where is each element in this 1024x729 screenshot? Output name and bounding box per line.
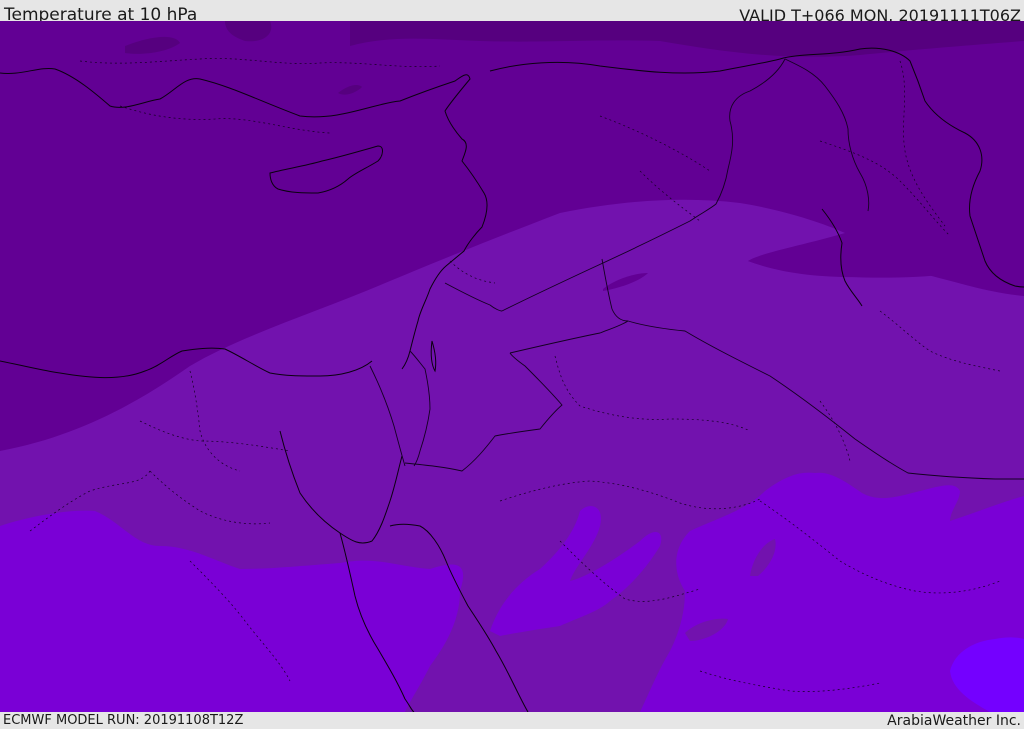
header-bar: Temperature at 10 hPa VALID T+066 MON. 2… [0, 0, 1024, 25]
model-run-label: ECMWF MODEL RUN: 20191108T12Z [3, 713, 244, 728]
map-frame: Temperature at 10 hPa VALID T+066 MON. 2… [0, 0, 1024, 729]
footer-bar: ECMWF MODEL RUN: 20191108T12Z ArabiaWeat… [0, 712, 1024, 729]
weather-map[interactable] [0, 21, 1024, 712]
credit-label: ArabiaWeather Inc. [887, 713, 1021, 729]
